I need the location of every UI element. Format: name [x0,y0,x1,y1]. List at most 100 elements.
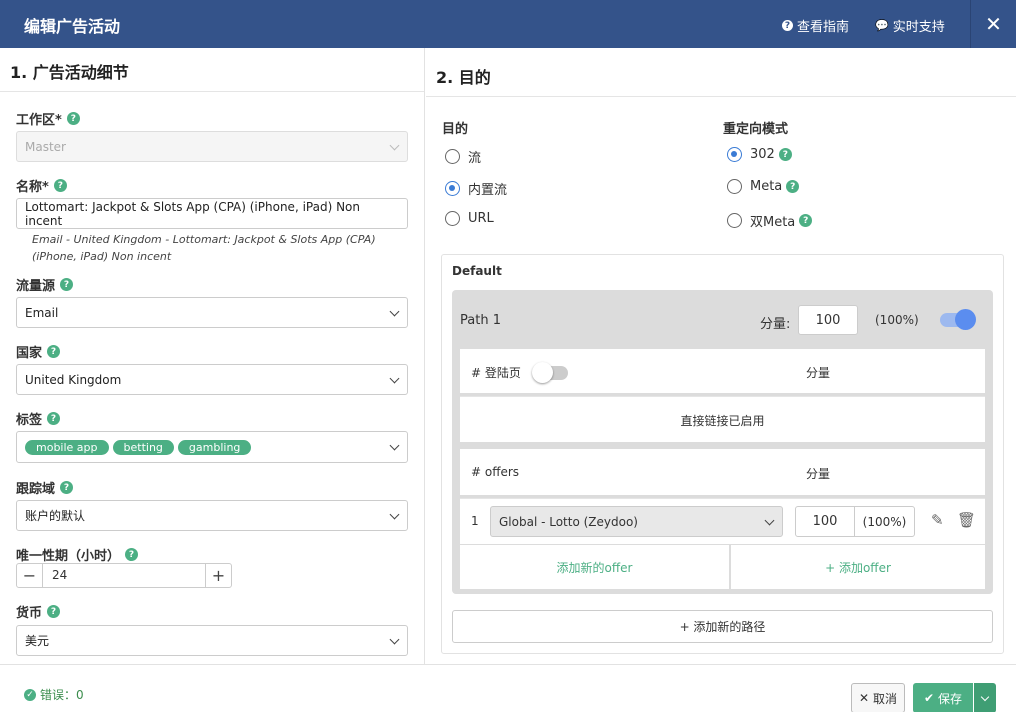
campaign-details-title: 1. 广告活动细节 [0,48,424,92]
landers-weight-col: 分量 [806,366,831,380]
help-icon[interactable]: ? [786,180,800,193]
chevron-down-icon [389,509,400,520]
chevron-down-icon [389,634,400,645]
path-weight-percent: (100%) [875,313,919,327]
trash-icon[interactable]: 🗑 [957,511,976,529]
offer-weight-percent: (100%) [854,506,915,537]
offers-header-label: # offers [471,465,520,479]
destination-title: 2. 目的 [426,48,1016,97]
tag-chip[interactable]: mobile app [25,439,109,455]
direct-link-row: 直接链接已启用 [460,396,985,442]
close-button[interactable]: ✕ [970,0,1016,48]
modal-header: 编辑广告活动 ? 查看指南 💬 实时支持 ✕ [0,0,1016,48]
help-icon[interactable]: ? [799,214,813,227]
question-icon: ? [782,20,793,31]
offer-index: 1 [471,514,479,528]
cancel-button[interactable]: ✕ 取消 [851,683,905,712]
default-label: Default [452,264,502,278]
redirect-mode-label: 重定向模式 [723,122,789,137]
currency-select[interactable]: 美元 [16,625,408,656]
tracking-domain-select[interactable]: 账户的默认 [16,500,408,531]
tags-label: 标签? [16,409,61,428]
chevron-down-icon [389,306,400,317]
offer-select[interactable]: Global - Lotto (Zeydoo) [490,506,783,537]
name-label: 名称*? [16,176,67,195]
help-icon[interactable]: ? [125,548,139,561]
radio-302[interactable]: 302? [727,147,792,162]
save-button[interactable]: ✔ 保存 [913,683,973,712]
currency-label: 货币? [16,602,61,621]
radio-builtin-flow[interactable]: 内置流 [445,179,507,198]
tag-chip[interactable]: gambling [177,439,252,455]
help-icon[interactable]: ? [60,481,74,494]
chevron-down-icon [764,515,775,526]
path-weight-label: 分量: [760,317,791,332]
add-offer-button[interactable]: + 添加offer [731,545,985,589]
chevron-down-icon [389,140,400,151]
tracking-domain-label: 跟踪域? [16,478,74,497]
path-weight-input[interactable]: 100 [798,305,858,335]
support-link[interactable]: 💬 实时支持 [875,16,945,35]
increment-button[interactable]: + [206,564,231,587]
path-card: Path 1 分量: 100 (100%) # 登陆页 分量 直接链接已启用 #… [452,290,993,594]
tags-select[interactable]: mobile app betting gambling [16,431,408,463]
help-icon[interactable]: ? [47,345,61,358]
decrement-button[interactable]: − [17,564,42,587]
help-icon[interactable]: ? [778,148,792,161]
chevron-down-icon [980,692,990,701]
errors-status: ✓ 错误：0 [24,686,84,703]
offers-weight-col: 分量 [806,467,831,481]
chevron-down-icon [389,373,400,384]
help-icon[interactable]: ? [47,412,61,425]
radio-url[interactable]: URL [445,211,494,226]
save-options-dropdown[interactable] [974,683,996,712]
radio-circle [445,211,460,226]
landers-header-label: # 登陆页 [471,366,521,380]
path-toggle[interactable] [940,309,976,330]
check-circle-icon: ✓ [24,688,36,701]
help-icon[interactable]: ? [60,278,74,291]
traffic-source-label: 流量源? [16,275,74,294]
offer-row: 1 Global - Lotto (Zeydoo) 100 (100%) ✎ 🗑 [460,498,985,544]
radio-meta[interactable]: Meta? [727,179,800,194]
offer-weight-input[interactable]: 100 [795,506,855,537]
add-new-offer-button[interactable]: 添加新的offer [460,545,729,589]
toggle-knob [955,309,976,330]
help-icon[interactable]: ? [47,605,61,618]
path-name: Path 1 [460,313,501,328]
uniqueness-stepper: − 24 + [16,563,232,588]
direct-link-text: 直接链接已启用 [680,414,765,428]
chat-icon: 💬 [875,19,889,32]
radio-flow[interactable]: 流 [445,147,481,166]
radio-circle-selected [727,147,742,162]
help-icon[interactable]: ? [66,112,80,125]
guide-label: 查看指南 [797,20,850,35]
landers-header: # 登陆页 分量 [460,349,985,393]
country-label: 国家? [16,342,61,361]
uniqueness-input[interactable]: 24 [42,564,206,587]
modal-footer: ✓ 错误：0 ✕ 取消 ✔ 保存 [0,664,1016,712]
close-icon: ✕ [858,691,870,705]
edit-pencil-icon[interactable]: ✎ [931,511,944,529]
name-input[interactable]: Lottomart: Jackpot & Slots App (CPA) (iP… [16,198,408,229]
tag-chip[interactable]: betting [112,439,174,455]
landers-toggle[interactable] [532,362,568,383]
name-description: Email - United Kingdom - Lottomart: Jack… [32,233,376,263]
campaign-details-panel: 1. 广告活动细节 工作区*? Master 名称*? Lottomart: J… [0,48,425,664]
help-icon[interactable]: ? [53,179,67,192]
close-icon: ✕ [985,12,1002,36]
radio-circle [445,149,460,164]
destination-panel: 2. 目的 目的 流 内置流 URL 重定向模式 302? Meta? 双Met… [426,48,1016,664]
offers-header: # offers 分量 [460,449,985,495]
traffic-source-select[interactable]: Email [16,297,408,328]
chevron-down-icon [389,440,400,451]
country-select[interactable]: United Kingdom [16,364,408,395]
guide-link[interactable]: ? 查看指南 [782,16,849,35]
radio-circle [727,179,742,194]
radio-double-meta[interactable]: 双Meta? [727,211,813,230]
radio-circle-selected [445,181,460,196]
modal-title: 编辑广告活动 [24,17,121,36]
radio-circle [727,213,742,228]
add-new-path-button[interactable]: + 添加新的路径 [452,610,993,643]
workspace-select: Master [16,131,408,162]
